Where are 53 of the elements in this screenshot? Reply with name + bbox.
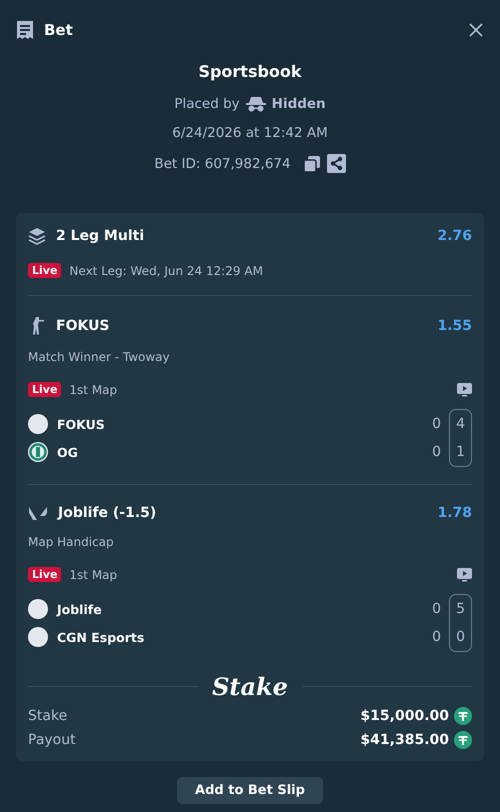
live-badge: Live bbox=[28, 382, 62, 397]
team-name: Joblife bbox=[57, 602, 102, 616]
next-leg-text: Next Leg: Wed, Jun 24 12:29 AM bbox=[69, 264, 263, 278]
dialog-title: Bet bbox=[44, 21, 74, 39]
map-score: 5 bbox=[456, 600, 465, 619]
total-label: Payout bbox=[28, 732, 77, 748]
total-amount: $15,000.00 bbox=[360, 708, 449, 724]
live-badge: Live bbox=[28, 567, 62, 582]
market-name: Match Winner - Twoway bbox=[28, 350, 171, 364]
match-status: 1st Map bbox=[69, 382, 118, 396]
score: 0 bbox=[432, 443, 442, 462]
logo: Stake bbox=[212, 672, 288, 701]
score: 0 bbox=[432, 415, 442, 434]
selection-name: FOKUS bbox=[56, 318, 111, 334]
total-label: Stake bbox=[28, 708, 68, 724]
copy-icon[interactable] bbox=[302, 154, 321, 172]
bet-date: 6/24/2026 at 12:42 AM bbox=[172, 125, 328, 141]
v-blade-icon bbox=[28, 505, 48, 521]
total-amount: $41,385.00 bbox=[360, 732, 449, 748]
map-score: 0 bbox=[456, 628, 465, 647]
odds: 1.55 bbox=[437, 318, 472, 334]
team-name: CGN Esports bbox=[57, 630, 144, 644]
team-logo bbox=[28, 599, 48, 619]
add-to-bet-slip-button[interactable]: Add to Bet Slip bbox=[177, 777, 323, 804]
tether-coin-icon bbox=[454, 731, 472, 749]
odds: 1.78 bbox=[437, 505, 472, 521]
team-name: FOKUS bbox=[57, 416, 105, 432]
receipt-icon bbox=[16, 20, 34, 40]
live-badge: Live bbox=[28, 263, 62, 278]
close-button[interactable] bbox=[468, 22, 484, 38]
selection-name: Joblife (-1.5) bbox=[58, 505, 158, 521]
score: 0 bbox=[432, 600, 442, 619]
user-name: Hidden bbox=[272, 96, 326, 112]
team-name: OG bbox=[57, 444, 78, 460]
bet-id: Bet ID: 607,982,674 bbox=[154, 156, 291, 172]
match-status: 1st Map bbox=[69, 568, 118, 582]
multi-title: 2 Leg Multi bbox=[56, 228, 146, 244]
market-name: Map Handicap bbox=[28, 535, 115, 549]
layers-icon bbox=[28, 227, 46, 245]
map-score: 4 bbox=[456, 415, 465, 434]
team-logo bbox=[28, 414, 48, 434]
sportsbook-title: Sportsbook bbox=[198, 62, 302, 81]
team-logo bbox=[28, 442, 48, 462]
team-logo bbox=[28, 627, 48, 647]
placed-by-label: Placed by bbox=[174, 96, 240, 112]
incognito-icon bbox=[246, 96, 266, 112]
tv-icon[interactable] bbox=[457, 382, 472, 396]
tether-coin-icon bbox=[454, 707, 472, 725]
odds: 2.76 bbox=[437, 228, 472, 244]
map-score: 1 bbox=[456, 443, 465, 462]
share-icon[interactable] bbox=[326, 154, 346, 173]
score: 0 bbox=[432, 628, 442, 647]
tv-icon[interactable] bbox=[457, 568, 472, 582]
